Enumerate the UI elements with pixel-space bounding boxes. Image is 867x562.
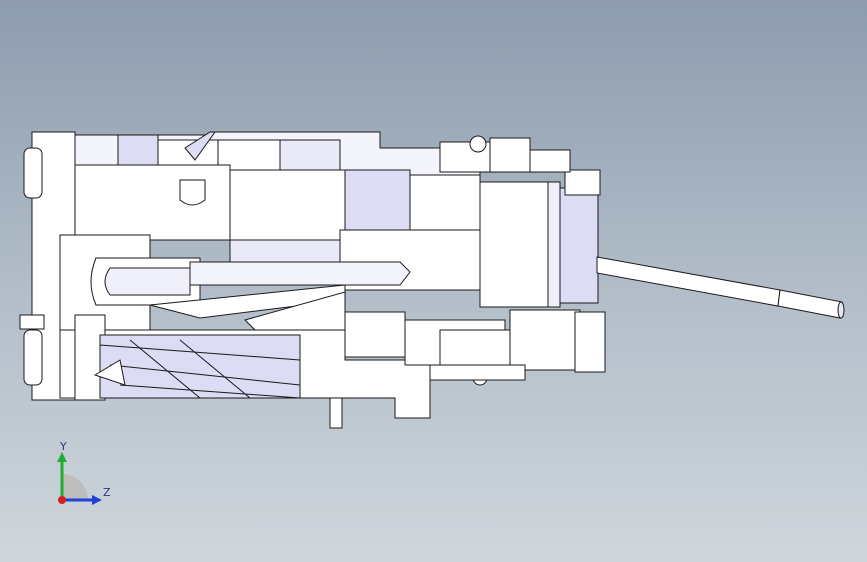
bottom-pin [329,397,343,429]
lattice-frame [99,334,301,399]
triad-quarter-disc [62,474,88,500]
cylinder-rim [547,181,561,308]
u-channel-inner [104,267,191,296]
center-body [229,169,346,241]
cylinder-cap [559,187,599,304]
bottom-link-d [574,311,606,373]
center-right-block [409,174,481,236]
top-link-b [489,137,531,173]
left-boss-lower [23,329,43,386]
z-axis-label: Z [103,486,111,499]
bottom-link-c [509,309,581,371]
left-carrier [74,164,231,241]
y-axis-label: Y [60,440,67,453]
x-axis-dot [58,496,66,504]
left-pin [19,314,45,330]
graphics-viewport[interactable]: Y Z [0,0,867,562]
top-link-c [529,149,571,173]
lower-step [344,311,406,358]
cad-model[interactable] [0,0,867,562]
upper-shade-block [117,134,159,166]
left-boss-upper [23,147,43,199]
top-pivot [469,135,487,153]
slide-bar [189,261,411,286]
z-axis-head [92,495,102,505]
coordinate-triad: Y Z [48,438,118,508]
cylinder-flange [564,169,601,196]
bottom-link-e [429,364,526,381]
shaft-end [837,301,845,319]
shaft [596,256,781,307]
shaft-tip [777,289,843,319]
hook-slot [179,179,206,206]
y-axis-head [57,452,67,462]
